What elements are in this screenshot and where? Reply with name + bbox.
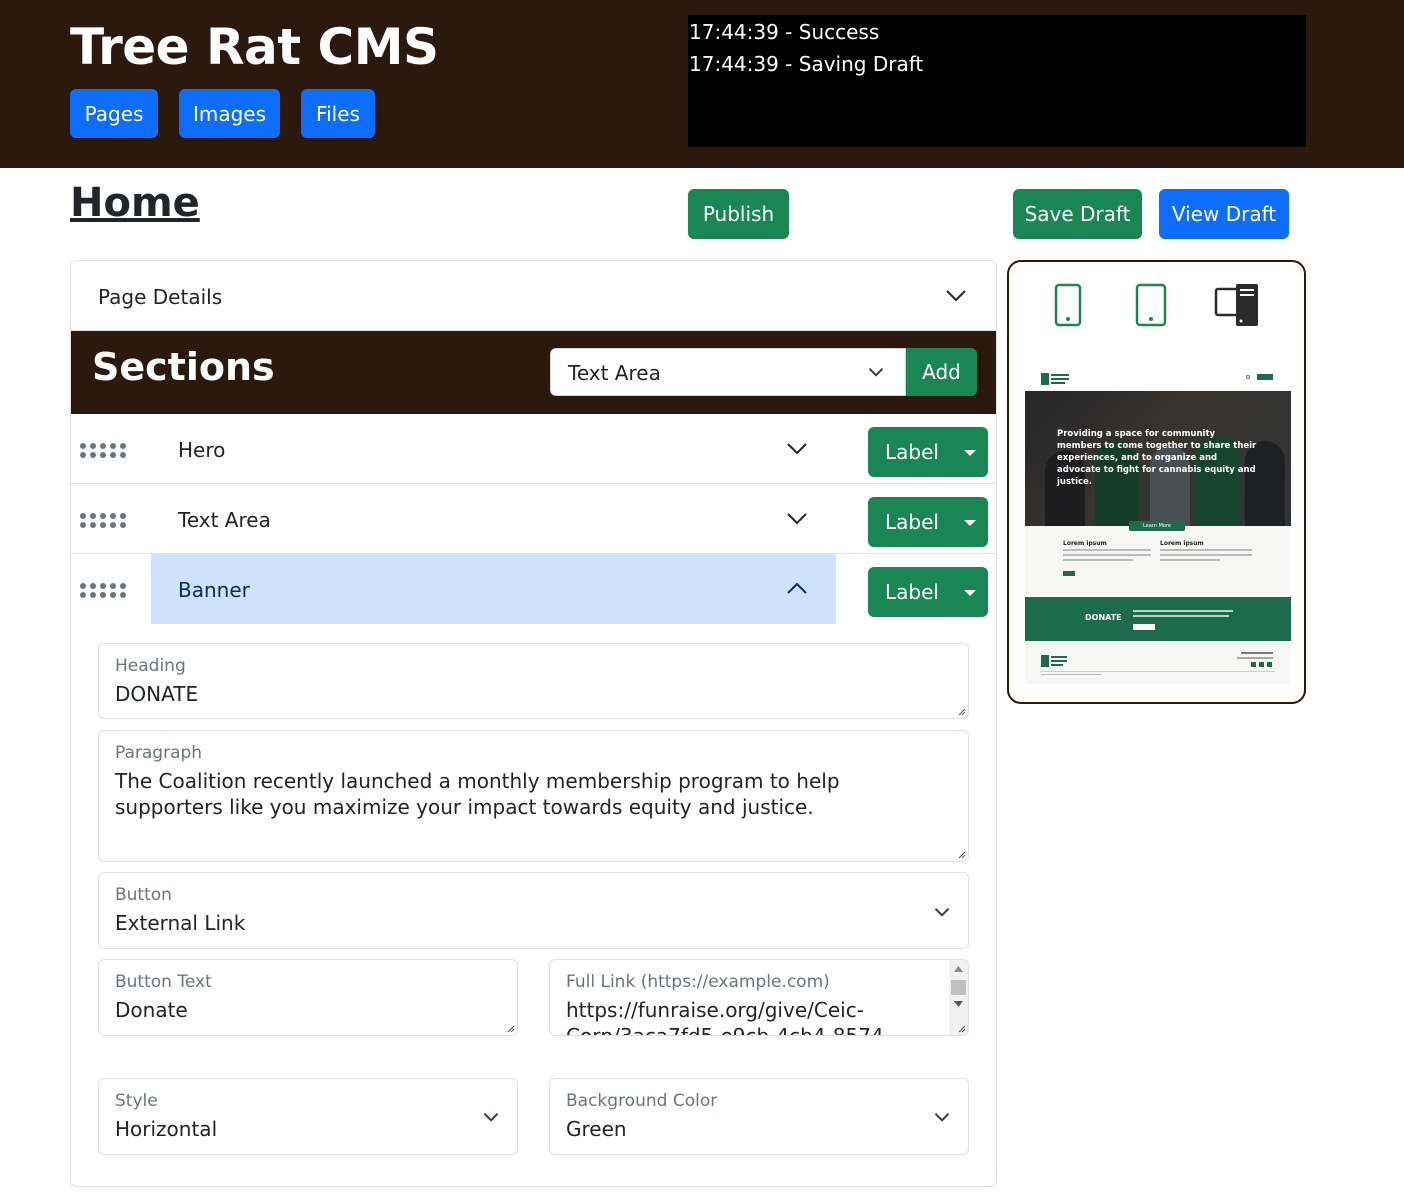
chevron-down-icon (868, 368, 884, 377)
facebook-icon (1251, 662, 1256, 667)
resize-handle-icon[interactable] (956, 706, 966, 716)
background-color-value: Green (566, 1117, 627, 1141)
resize-handle-icon[interactable] (956, 849, 966, 859)
caret-down-icon (964, 590, 976, 596)
style-label: Style (115, 1091, 158, 1111)
search-icon (1246, 375, 1250, 379)
style-select[interactable]: Style Horizontal (98, 1078, 518, 1155)
nav-images-button[interactable]: Images (179, 89, 280, 138)
preview-col2-title: Lorem ipsum (1160, 540, 1204, 547)
caret-down-icon (964, 450, 976, 456)
section-label-dropdown-button[interactable]: Label (868, 427, 988, 477)
background-color-select[interactable]: Background Color Green (549, 1078, 969, 1155)
preview-panel: Providing a space for community members … (1007, 260, 1306, 704)
button-text-label: Button Text (115, 972, 212, 992)
page-details-accordion[interactable]: Page Details (71, 261, 996, 331)
footer-logo-icon (1041, 655, 1049, 667)
button-text-field[interactable]: Button Text Donate (98, 959, 518, 1036)
resize-handle-icon[interactable] (505, 1023, 515, 1033)
label-button-text: Label (885, 580, 939, 604)
section-name: Hero (178, 438, 226, 462)
full-link-line: https://funraise.org/give/Ceic- (566, 998, 864, 1022)
label-button-text: Label (885, 510, 939, 534)
status-log: 17:44:39 - Success 17:44:39 - Saving Dra… (688, 15, 1306, 147)
top-header: Tree Rat CMS Pages Images Files 17:44:39… (0, 0, 1404, 168)
scrollbar-thumb[interactable] (951, 980, 966, 995)
style-value: Horizontal (115, 1117, 218, 1141)
drag-handle-icon[interactable] (80, 443, 128, 459)
section-row-text-area[interactable]: Text Area Label (71, 484, 996, 554)
section-label-dropdown-button[interactable]: Label (868, 497, 988, 547)
preview-nav-button (1257, 374, 1273, 380)
log-line: 17:44:39 - Saving Draft (689, 52, 924, 76)
heading-field[interactable]: Heading DONATE (98, 643, 969, 719)
paragraph-field[interactable]: Paragraph The Coalition recently launche… (98, 730, 969, 862)
heading-label: Heading (115, 656, 186, 676)
full-link-line: Corp/3aca7fd5-e9cb-4cb4-8574 (566, 1024, 884, 1036)
tablet-icon[interactable] (1135, 283, 1167, 327)
chevron-up-icon[interactable] (786, 578, 808, 600)
active-row-highlight (151, 554, 836, 624)
section-name: Text Area (178, 508, 271, 532)
sections-header: Sections Text Area Add (71, 331, 996, 414)
logo-icon (1041, 373, 1049, 385)
button-label: Button (115, 885, 172, 905)
button-value: External Link (115, 911, 246, 935)
instagram-icon (1267, 662, 1272, 667)
editor-panel: Page Details Sections Text Area Add Hero… (70, 260, 997, 1187)
view-draft-button[interactable]: View Draft (1159, 189, 1289, 239)
app-title: Tree Rat CMS (70, 18, 439, 76)
nav-pages-button[interactable]: Pages (70, 89, 158, 138)
preview-learn-more-button: Learn More (1129, 521, 1185, 531)
desktop-icon[interactable] (1214, 283, 1260, 327)
resize-handle-icon[interactable] (956, 1023, 966, 1033)
preview-hero-image: Providing a space for community members … (1025, 391, 1291, 526)
full-link-value: https://funraise.org/give/Ceic- Corp/3ac… (566, 997, 884, 1036)
section-type-value: Text Area (568, 361, 661, 385)
log-line: 17:44:39 - Success (689, 20, 880, 44)
page-details-label: Page Details (98, 285, 223, 309)
mobile-icon[interactable] (1054, 283, 1082, 327)
nav-files-button[interactable]: Files (301, 89, 375, 138)
chevron-down-icon (483, 1113, 499, 1122)
section-row-banner[interactable]: Banner Label (71, 554, 996, 624)
section-row-hero[interactable]: Hero Label (71, 414, 996, 484)
background-color-label: Background Color (566, 1091, 718, 1111)
drag-handle-icon[interactable] (80, 513, 128, 529)
chevron-down-icon (934, 908, 950, 917)
twitter-icon (1259, 662, 1264, 667)
section-label-dropdown-button[interactable]: Label (868, 567, 988, 617)
button-type-select[interactable]: Button External Link (98, 872, 969, 949)
drag-handle-icon[interactable] (80, 583, 128, 599)
add-section-button[interactable]: Add (906, 348, 977, 396)
save-draft-button[interactable]: Save Draft (1013, 189, 1142, 239)
chevron-down-icon (946, 290, 966, 302)
section-name: Banner (178, 578, 250, 602)
preview-site-header (1025, 368, 1291, 390)
preview-hero-text: Providing a space for community members … (1057, 429, 1257, 487)
page-title[interactable]: Home (70, 180, 200, 226)
publish-button[interactable]: Publish (688, 189, 789, 239)
paragraph-value: The Coalition recently launched a monthl… (115, 769, 840, 819)
caret-down-icon (964, 520, 976, 526)
label-button-text: Label (885, 440, 939, 464)
section-type-select[interactable]: Text Area (550, 348, 906, 396)
preview-col1-title: Lorem ipsum (1063, 540, 1107, 547)
button-text-value: Donate (115, 998, 188, 1022)
sections-title: Sections (92, 345, 275, 389)
preview-banner: DONATE (1025, 597, 1291, 641)
preview-banner-heading: DONATE (1085, 613, 1122, 622)
paragraph-label: Paragraph (115, 743, 203, 763)
full-link-field[interactable]: Full Link (https://example.com) https://… (549, 959, 969, 1036)
site-preview-screenshot: Providing a space for community members … (1025, 368, 1291, 684)
full-link-label: Full Link (https://example.com) (566, 972, 830, 992)
chevron-down-icon (934, 1113, 950, 1122)
scroll-down-icon[interactable] (953, 1000, 964, 1008)
chevron-down-icon[interactable] (786, 437, 808, 459)
heading-value: DONATE (115, 682, 199, 706)
scroll-up-icon[interactable] (953, 965, 964, 973)
chevron-down-icon[interactable] (786, 507, 808, 529)
